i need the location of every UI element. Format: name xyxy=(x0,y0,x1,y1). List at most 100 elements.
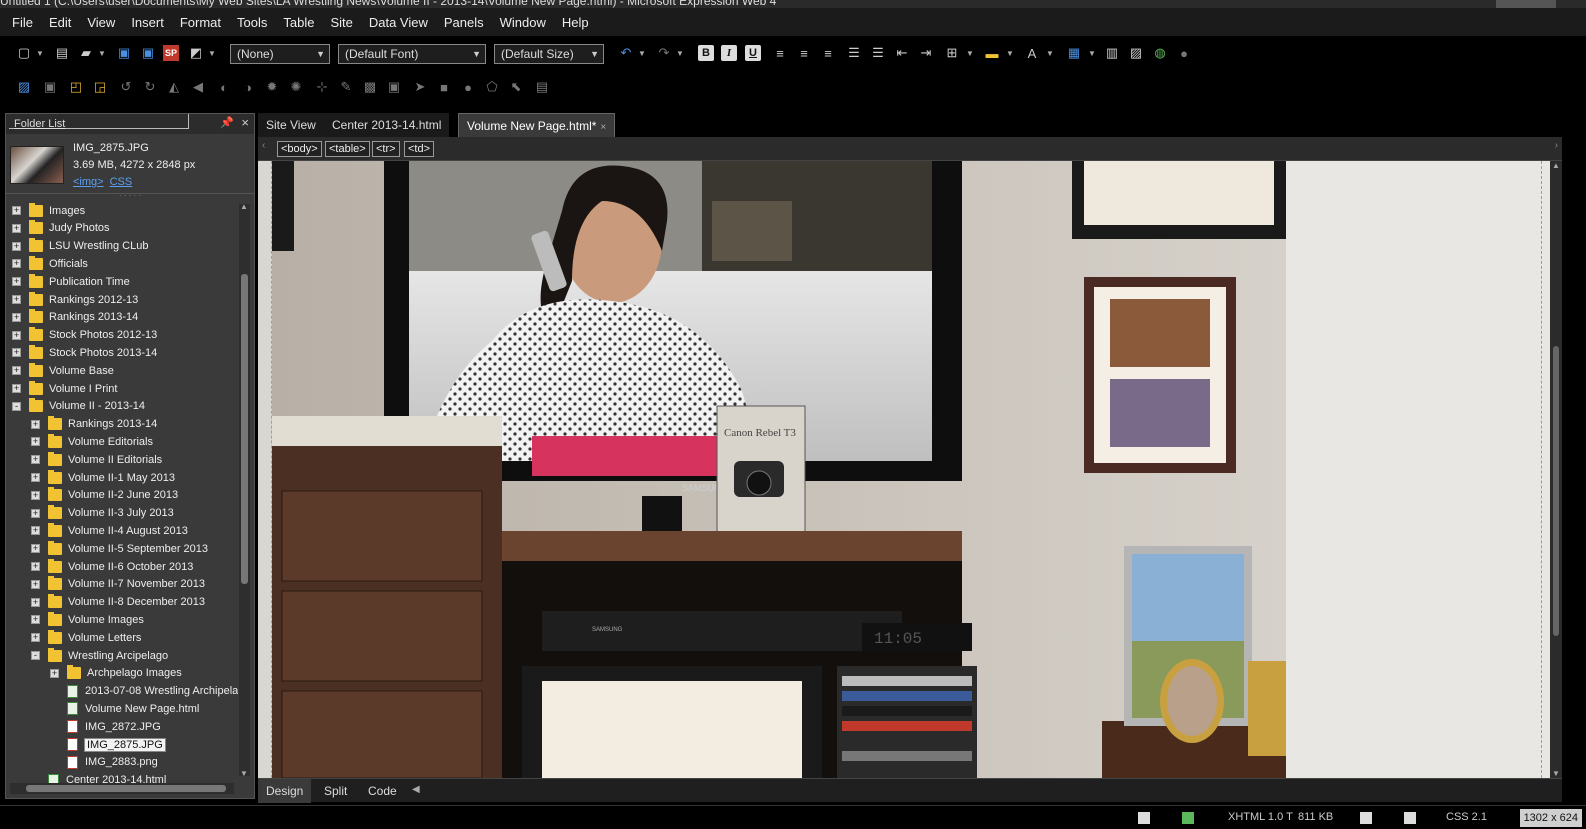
new-dropdown-icon[interactable]: ▼ xyxy=(36,45,44,61)
tree-folder-item[interactable]: + Images xyxy=(12,202,85,219)
bring-forward-icon[interactable]: ◰ xyxy=(68,79,84,95)
insert-table-icon[interactable]: ▦ xyxy=(1066,45,1082,61)
save-icon[interactable]: ▣ xyxy=(116,45,132,61)
sharepoint-icon[interactable]: SP xyxy=(163,45,179,61)
font-color-dropdown-icon[interactable]: ▼ xyxy=(1046,45,1054,61)
chevron-left-icon[interactable]: ◀ xyxy=(412,784,420,795)
expand-icon[interactable]: + xyxy=(50,668,59,678)
splitter-grip[interactable]: · · · · · xyxy=(6,192,254,200)
less-contrast-icon[interactable]: ◑ xyxy=(240,79,256,95)
compatibility-icon[interactable] xyxy=(1182,812,1194,824)
tree-folder-item[interactable]: + Judy Photos xyxy=(12,220,110,237)
tree-folder-item[interactable]: + Volume Images xyxy=(31,611,144,628)
tree-folder-item[interactable]: + Officials xyxy=(12,255,88,272)
expand-icon[interactable]: + xyxy=(31,597,40,607)
menu-format[interactable]: Format xyxy=(172,15,229,30)
hyperlink-icon[interactable]: ◍ xyxy=(1152,45,1168,61)
preview-browser-icon[interactable]: ◩ xyxy=(188,45,204,61)
collapse-icon[interactable]: - xyxy=(31,651,40,660)
tree-folder-item[interactable]: + Volume II Editorials xyxy=(31,451,162,468)
rotate-left-icon[interactable]: ↺ xyxy=(118,79,134,95)
window-controls[interactable] xyxy=(1496,0,1556,8)
flip-vertical-icon[interactable]: ◀ xyxy=(190,79,206,95)
size-select[interactable]: (Default Size) ▼ xyxy=(494,44,604,64)
expand-icon[interactable]: + xyxy=(12,259,21,269)
font-color-icon[interactable]: A xyxy=(1024,45,1040,61)
expand-icon[interactable]: + xyxy=(31,508,40,518)
expand-icon[interactable]: + xyxy=(12,366,21,376)
tag-body[interactable]: <body> xyxy=(277,141,322,157)
more-contrast-icon[interactable]: ◐ xyxy=(216,79,232,95)
expand-icon[interactable]: + xyxy=(31,419,40,429)
auto-thumbnail-icon[interactable]: ▣ xyxy=(42,79,58,95)
italic-button[interactable]: I xyxy=(721,45,737,61)
tree-folder-item[interactable]: + Volume II-5 September 2013 xyxy=(31,540,208,557)
align-center-icon[interactable]: ≡ xyxy=(796,45,812,61)
tag-table[interactable]: <table> xyxy=(325,141,370,157)
menu-panels[interactable]: Panels xyxy=(436,15,492,30)
expand-icon[interactable]: + xyxy=(12,330,21,340)
expand-icon[interactable]: + xyxy=(31,615,40,625)
set-transparent-icon[interactable]: ✎ xyxy=(338,79,354,95)
tree-folder-item[interactable]: + Rankings 2013-14 xyxy=(12,309,138,326)
increase-indent-icon[interactable]: ⇥ xyxy=(918,45,934,61)
tree-file-item[interactable]: Volume New Page.html xyxy=(50,700,199,717)
crop-icon[interactable]: ⊹ xyxy=(314,79,330,95)
expand-icon[interactable]: + xyxy=(12,223,21,233)
img-link[interactable]: <img> xyxy=(73,176,104,188)
flip-horizontal-icon[interactable]: ◭ xyxy=(166,79,182,95)
expand-icon[interactable]: + xyxy=(31,455,40,465)
expand-icon[interactable]: + xyxy=(12,277,21,287)
redo-dropdown-icon[interactable]: ▼ xyxy=(676,45,684,61)
highlight-icon[interactable]: ▬ xyxy=(984,45,1000,61)
color-icon[interactable]: ▩ xyxy=(362,79,378,95)
tree-folder-item[interactable]: + Volume Editorials xyxy=(31,433,153,450)
tree-folder-item[interactable]: + Volume Letters xyxy=(31,629,141,646)
tree-folder-item[interactable]: + Volume II-6 October 2013 xyxy=(31,558,193,575)
borders-icon[interactable]: ⊞ xyxy=(944,45,960,61)
design-canvas[interactable]: SAMSUNG Canon Rebel T3 SAMSUNG 11:05 xyxy=(258,161,1550,778)
expand-icon[interactable]: + xyxy=(31,437,40,447)
page-icon[interactable] xyxy=(1138,812,1150,824)
design-view-tab[interactable]: Design xyxy=(258,779,312,803)
tree-folder-item[interactable]: + Volume II-3 July 2013 xyxy=(31,505,174,522)
split-view-tab[interactable]: Split xyxy=(316,779,355,803)
scroll-thumb[interactable] xyxy=(241,274,248,584)
visual-aids-icon[interactable] xyxy=(1360,812,1372,824)
resample-icon[interactable]: ▤ xyxy=(534,79,550,95)
menu-edit[interactable]: Edit xyxy=(41,15,79,30)
chevron-right-icon[interactable]: › xyxy=(1555,140,1558,151)
layer-icon[interactable]: ▥ xyxy=(1104,45,1120,61)
page-size-indicator[interactable]: 1302 x 624 xyxy=(1519,809,1582,827)
menu-table[interactable]: Table xyxy=(275,15,322,30)
expand-icon[interactable]: + xyxy=(31,544,40,554)
pin-icon[interactable]: 📌 xyxy=(220,116,234,129)
menu-data-view[interactable]: Data View xyxy=(361,15,436,30)
expand-icon[interactable]: + xyxy=(12,206,21,215)
expand-icon[interactable]: + xyxy=(31,562,40,571)
expand-icon[interactable]: + xyxy=(31,490,40,500)
scroll-thumb[interactable] xyxy=(1553,346,1559,636)
close-tab-icon[interactable]: × xyxy=(600,122,606,133)
menu-window[interactable]: Window xyxy=(492,15,554,30)
save-all-icon[interactable]: ▣ xyxy=(140,45,156,61)
more-brightness-icon[interactable]: ✹ xyxy=(264,79,280,95)
menu-tools[interactable]: Tools xyxy=(229,15,275,30)
expand-icon[interactable]: + xyxy=(31,633,40,643)
tree-folder-item[interactable]: + Archpelago Images xyxy=(50,665,182,682)
expand-icon[interactable]: + xyxy=(12,312,21,322)
new-page-icon[interactable]: ▢ xyxy=(16,45,32,61)
tree-folder-item[interactable]: + Rankings 2012-13 xyxy=(12,291,138,308)
tree-file-item[interactable]: IMG_2872.JPG xyxy=(50,718,161,735)
menu-view[interactable]: View xyxy=(79,15,123,30)
canvas-vertical-scrollbar[interactable]: ▲ ▼ xyxy=(1550,161,1562,778)
bold-button[interactable]: B xyxy=(698,45,714,61)
preview-dropdown-icon[interactable]: ▼ xyxy=(208,45,216,61)
bevel-icon[interactable]: ▣ xyxy=(386,79,402,95)
tag-td[interactable]: <td> xyxy=(404,141,435,157)
open-dropdown-icon[interactable]: ▼ xyxy=(98,45,106,61)
tree-folder-item[interactable]: + Volume II-2 June 2013 xyxy=(31,487,178,504)
menu-site[interactable]: Site xyxy=(322,15,360,30)
align-left-icon[interactable]: ≡ xyxy=(772,45,788,61)
tree-folder-item[interactable]: + Volume II-4 August 2013 xyxy=(31,522,188,539)
